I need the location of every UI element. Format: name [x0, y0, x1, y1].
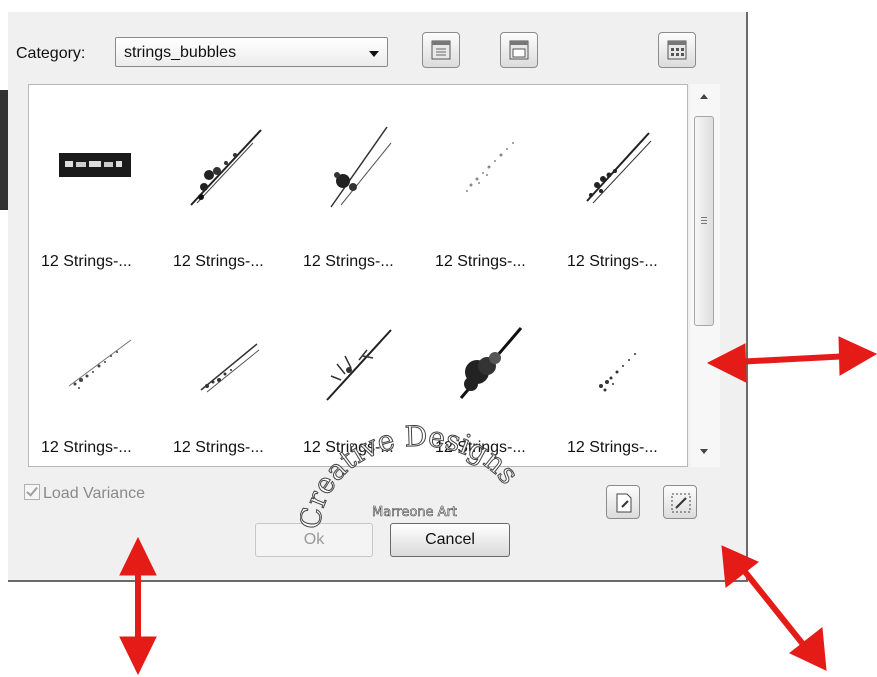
category-dropdown[interactable]: strings_bubbles	[115, 37, 388, 67]
grip-line	[701, 223, 707, 224]
brush-thumbnail[interactable]	[171, 310, 281, 420]
grid-view-icon	[667, 40, 687, 60]
grip-line	[701, 220, 707, 221]
brush-thumbnail[interactable]	[41, 310, 151, 420]
brush-preview-image	[190, 129, 262, 206]
load-variance-option[interactable]: Load Variance	[24, 484, 145, 503]
ok-button[interactable]: Ok	[255, 523, 373, 557]
brush-thumbnail[interactable]	[431, 115, 541, 225]
grip-line	[701, 217, 707, 218]
brush-thumbnail[interactable]	[41, 115, 151, 225]
brush-label: 12 Strings-...	[173, 439, 264, 456]
scrollbar-thumb[interactable]	[694, 116, 714, 326]
brush-preview-image	[68, 339, 132, 389]
brush-grid: 12 Strings-... 12 Strings-... 12 Strings…	[28, 84, 688, 467]
brush-preview-image	[200, 343, 260, 393]
brush-thumbnail[interactable]	[171, 115, 281, 225]
brush-label: 12 Strings-...	[303, 253, 394, 270]
brush-preview-image	[59, 153, 131, 177]
scroll-up-arrow-icon[interactable]	[700, 94, 708, 99]
window-edge	[0, 90, 8, 210]
capture-brush-button[interactable]	[663, 485, 697, 519]
brush-preview-image	[330, 126, 392, 208]
brush-preview-image	[599, 353, 636, 392]
cancel-button[interactable]: Cancel	[390, 523, 510, 557]
brush-label: 12 Strings-...	[435, 253, 526, 270]
chevron-down-icon	[369, 51, 379, 57]
brush-label: 12 Strings-...	[173, 253, 264, 270]
brush-thumbnail[interactable]	[561, 310, 671, 420]
brush-preview-image	[586, 132, 652, 204]
list-view-button[interactable]	[422, 32, 460, 68]
load-variance-label: Load Variance	[43, 485, 145, 502]
folder-view-button[interactable]	[500, 32, 538, 68]
brush-label: 12 Strings-...	[41, 253, 132, 270]
selection-brush-icon	[671, 493, 691, 513]
scroll-down-arrow-icon[interactable]	[700, 449, 708, 454]
category-label: Category:	[16, 45, 86, 62]
brush-label: 12 Strings-...	[303, 439, 394, 456]
brush-preview-image	[466, 142, 514, 192]
brush-preview-image	[459, 327, 523, 399]
category-value: strings_bubbles	[124, 44, 237, 61]
brush-thumbnail[interactable]	[561, 115, 671, 225]
brush-label: 12 Strings-...	[567, 439, 658, 456]
grid-view-button[interactable]	[658, 32, 696, 68]
page-edit-icon	[616, 493, 632, 513]
brush-label: 12 Strings-...	[435, 439, 526, 456]
brush-preview-image	[326, 329, 392, 401]
brush-thumbnail[interactable]	[301, 310, 411, 420]
brush-thumbnail[interactable]	[301, 115, 411, 225]
vertical-scrollbar[interactable]	[690, 84, 720, 467]
brush-label: 12 Strings-...	[41, 439, 132, 456]
new-brush-button[interactable]	[606, 485, 640, 519]
folder-view-icon	[509, 40, 529, 60]
brush-label: 12 Strings-...	[567, 253, 658, 270]
brush-thumbnail[interactable]	[431, 310, 541, 420]
list-view-icon	[431, 40, 451, 60]
load-variance-checkbox[interactable]	[24, 484, 40, 500]
